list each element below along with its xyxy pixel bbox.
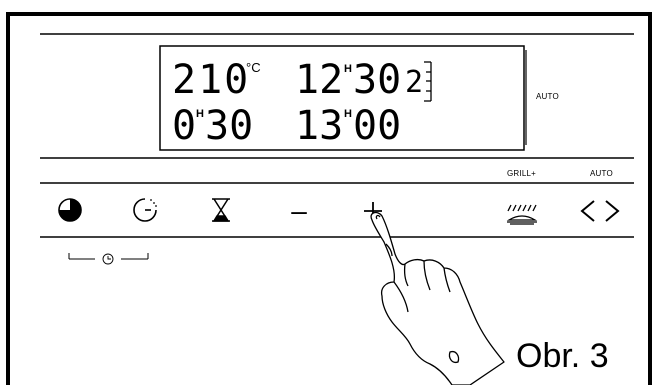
timer-button[interactable] (212, 198, 230, 222)
clock-hours: 12 (295, 57, 343, 103)
level-indicator-bar (424, 61, 432, 102)
end-time-icon (133, 198, 157, 222)
level-value: 2 (405, 65, 423, 100)
duration-hour-mark: H (196, 108, 204, 120)
auto-arrows-icon (580, 200, 620, 222)
grill-icon (506, 204, 538, 225)
duration-minutes: 30 (205, 103, 253, 149)
grill-label: GRILL+ (507, 169, 536, 178)
duration-hours: 0 (172, 103, 196, 149)
minus-icon: – (291, 195, 307, 226)
auto-mode-indicator: AUTO (536, 92, 559, 101)
clock-icon (102, 253, 114, 265)
clock-hour-mark: H (344, 63, 352, 75)
end-time-button[interactable] (133, 198, 157, 222)
temperature-value: 210 (172, 57, 250, 103)
control-panel-figure: 210 °C 12 H 30 2 0 H 30 13 H 00 AUTO GRI… (6, 12, 652, 385)
pointing-hand-illustration (370, 211, 505, 385)
end-minutes: 00 (353, 103, 401, 149)
lcd-display: 210 °C 12 H 30 2 0 H 30 13 H 00 AUTO (159, 45, 559, 151)
grill-button[interactable] (506, 204, 538, 225)
timer-icon (212, 198, 230, 222)
figure-label: Obr. 3 (516, 337, 609, 375)
end-hour-mark: H (344, 108, 352, 120)
cooking-time-button[interactable] (58, 198, 82, 222)
temperature-unit: °C (246, 60, 261, 75)
end-hours: 13 (295, 103, 343, 149)
auto-label: AUTO (590, 169, 613, 178)
minus-button[interactable]: – (291, 195, 307, 226)
clock-minutes: 30 (353, 57, 401, 103)
auto-button[interactable] (580, 200, 620, 222)
cooking-time-icon (58, 198, 82, 222)
